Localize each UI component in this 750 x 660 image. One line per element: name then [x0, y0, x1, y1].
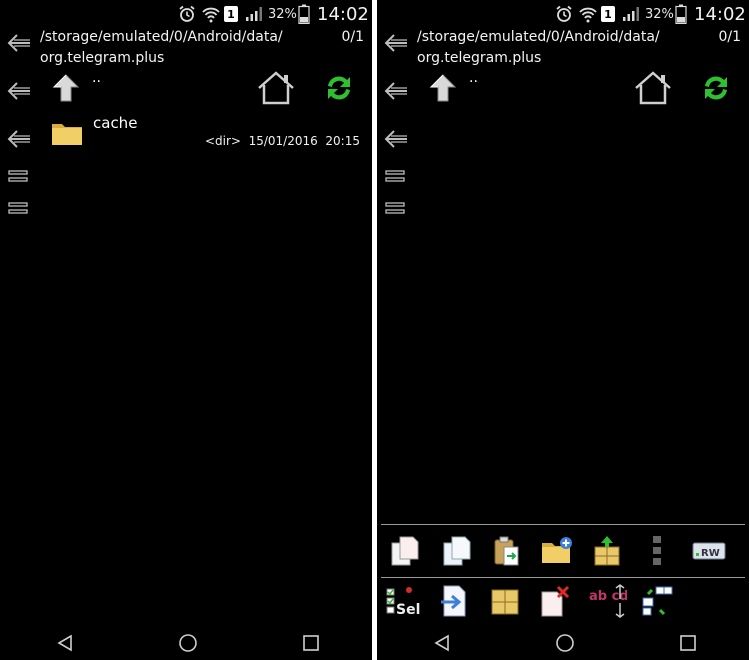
menu-lines-icon[interactable]: [6, 165, 32, 187]
back-arrow-icon[interactable]: [6, 32, 32, 54]
refresh-icon[interactable]: [323, 72, 355, 108]
sort-icon[interactable]: [639, 583, 675, 619]
sim-icon: 1: [224, 6, 238, 22]
move-icon[interactable]: [437, 583, 473, 619]
nav-back-icon[interactable]: [52, 632, 78, 654]
select-icon[interactable]: Sel: [385, 583, 425, 619]
rw-label: RW: [701, 548, 720, 559]
toolbar-separator: [381, 577, 745, 578]
nav-recents-icon[interactable]: [298, 632, 324, 654]
delete-icon[interactable]: [537, 583, 573, 619]
home-icon[interactable]: [633, 70, 673, 110]
clock: 14:02: [694, 3, 746, 25]
home-icon[interactable]: [256, 70, 296, 110]
left-screen: 1 32% 14:02 /storage/emulated/0/Android/…: [0, 0, 372, 660]
toolbar-separator: [381, 524, 745, 525]
rename-icon[interactable]: ab cd: [587, 583, 627, 619]
folder-date: 15/01/2016: [248, 134, 318, 148]
menu-lines-icon[interactable]: [383, 197, 409, 219]
up-directory-icon[interactable]: [429, 73, 457, 107]
folder-type: <dir>: [204, 134, 241, 148]
folder-icon[interactable]: [51, 119, 83, 151]
battery-icon: [298, 0, 310, 28]
nav-home-icon[interactable]: [175, 632, 201, 654]
alarm-icon: [178, 0, 196, 28]
navigation-bar: [0, 626, 372, 660]
signal-icon: [245, 0, 263, 28]
rename-label: ab cd: [589, 589, 627, 604]
back-arrow-icon[interactable]: [383, 32, 409, 54]
copy-icon[interactable]: [387, 533, 423, 569]
rw-icon[interactable]: RW: [687, 533, 731, 569]
folder-name[interactable]: cache: [93, 114, 137, 132]
menu-lines-icon[interactable]: [383, 165, 409, 187]
up-directory-label[interactable]: ..: [469, 70, 478, 86]
paste-icon[interactable]: [489, 533, 525, 569]
menu-lines-icon[interactable]: [6, 197, 32, 219]
pack-icon[interactable]: [589, 533, 625, 569]
back-arrow-icon[interactable]: [6, 80, 32, 102]
nav-home-icon[interactable]: [552, 632, 578, 654]
battery-percent: 32%: [268, 6, 297, 22]
right-screen: 1 32% 14:02 /storage/emulated/0/Android/…: [377, 0, 749, 660]
battery-percent: 32%: [645, 6, 674, 22]
folder-time: 20:15: [325, 134, 360, 148]
back-arrow-icon[interactable]: [383, 80, 409, 102]
selection-count: 0/1: [341, 29, 364, 45]
back-arrow-icon[interactable]: [6, 128, 32, 150]
folder-meta: <dir> 15/01/2016 20:15: [205, 134, 360, 148]
wifi-icon: [201, 0, 221, 28]
selection-count: 0/1: [718, 29, 741, 45]
up-directory-label[interactable]: ..: [92, 70, 101, 86]
new-folder-icon[interactable]: [539, 533, 575, 569]
clock: 14:02: [317, 3, 369, 25]
up-directory-icon[interactable]: [52, 73, 80, 107]
back-arrow-icon[interactable]: [383, 128, 409, 150]
status-bar: 1 32% 14:02: [0, 0, 372, 28]
signal-icon: [622, 0, 640, 28]
wifi-icon: [578, 0, 598, 28]
nav-back-icon[interactable]: [429, 632, 455, 654]
sim-icon: 1: [601, 6, 615, 22]
refresh-icon[interactable]: [700, 72, 732, 108]
status-bar: 1 32% 14:02: [377, 0, 749, 28]
archive-icon[interactable]: [487, 583, 523, 619]
sel-label: Sel: [396, 602, 420, 618]
copy-to-icon[interactable]: [439, 533, 475, 569]
alarm-icon: [555, 0, 573, 28]
current-path: /storage/emulated/0/Android/data/ org.te…: [417, 29, 660, 66]
more-icon[interactable]: [639, 533, 675, 569]
current-path: /storage/emulated/0/Android/data/ org.te…: [40, 29, 283, 66]
battery-icon: [675, 0, 687, 28]
nav-recents-icon[interactable]: [675, 632, 701, 654]
navigation-bar: [377, 626, 749, 660]
